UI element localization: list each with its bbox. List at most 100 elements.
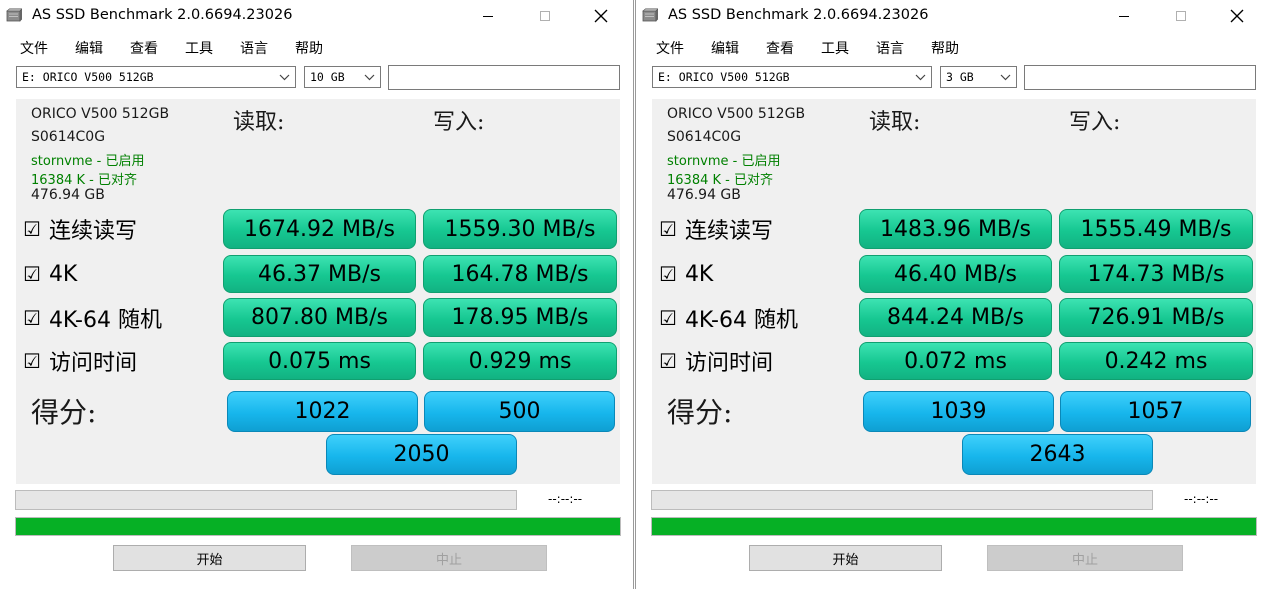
menu-help[interactable]: 帮助 [915,38,970,60]
start-button[interactable]: 开始 [113,545,306,571]
checked-checkbox-icon[interactable]: ☑ [23,217,41,241]
write-header-cell: 写入: [1057,100,1255,204]
4k-write-cell: 164.78 MB/s [421,254,619,294]
4k64-read-cell: 807.80 MB/s [221,297,418,338]
start-button[interactable]: 开始 [749,545,942,571]
checked-checkbox-icon[interactable]: ☑ [659,349,677,373]
access-write-value: 0.929 ms [423,342,617,380]
results-panel: ORICO V500 512GB S0614C0G stornvme - 已启用… [16,99,620,484]
blank-text-field[interactable] [388,65,620,90]
minimize-button[interactable] [1101,0,1147,32]
score-total: 2050 [326,434,517,475]
menu-edit[interactable]: 编辑 [695,38,750,60]
blank-text-field[interactable] [1024,65,1256,90]
benchmark-window-right: AS SSD Benchmark 2.0.6694.23026 文件 编辑 查看… [635,0,1268,589]
drive-capacity: 476.94 GB [667,187,741,203]
access-read-cell: 0.072 ms [857,341,1054,381]
menu-language[interactable]: 语言 [860,38,915,60]
menu-view[interactable]: 查看 [750,38,805,60]
row-4k[interactable]: ☑ 4K [653,254,854,294]
access-write-cell: 0.929 ms [421,341,619,381]
read-header: 读取: [869,110,921,135]
row-seq[interactable]: ☑ 连续读写 [653,207,854,251]
row-label: 连续读写 [684,219,773,244]
drive-alignment: 16384 K - 已对齐 [31,173,137,188]
close-icon [594,9,608,23]
stop-button[interactable]: 中止 [987,545,1183,571]
score-label: 得分: [667,396,733,429]
maximize-button[interactable] [522,0,568,32]
stop-button[interactable]: 中止 [351,545,547,571]
4k64-write-value: 178.95 MB/s [423,298,617,337]
seq-read-value: 1674.92 MB/s [223,209,416,249]
row-seq[interactable]: ☑ 连续读写 [17,207,218,251]
drive-alignment: 16384 K - 已对齐 [667,173,773,188]
drive-capacity: 476.94 GB [31,187,105,203]
4k-write-cell: 174.73 MB/s [1057,254,1255,294]
menu-file[interactable]: 文件 [640,38,695,60]
score-write: 1057 [1060,391,1251,432]
4k-read-value: 46.40 MB/s [859,255,1052,293]
size-select[interactable]: 3 GB [940,66,1017,88]
maximize-button[interactable] [1158,0,1204,32]
score-cell: 1022 500 2050 [221,387,619,483]
current-progress-bar [651,490,1153,510]
menu-help[interactable]: 帮助 [279,38,334,60]
chevron-down-icon [364,67,375,87]
minimize-icon [1119,16,1129,17]
write-header-cell: 写入: [421,100,619,204]
seq-write-value: 1559.30 MB/s [423,209,617,249]
menu-edit[interactable]: 编辑 [59,38,114,60]
score-read: 1039 [863,391,1054,432]
size-select[interactable]: 10 GB [304,66,381,88]
close-button[interactable] [1214,0,1260,32]
4k64-write-cell: 178.95 MB/s [421,297,619,338]
menu-tools[interactable]: 工具 [169,38,224,60]
current-progress-bar [15,490,517,510]
row-access[interactable]: ☑ 访问时间 [17,341,218,381]
read-header: 读取: [233,110,285,135]
window-title: AS SSD Benchmark 2.0.6694.23026 [668,7,929,23]
checked-checkbox-icon[interactable]: ☑ [23,349,41,373]
checked-checkbox-icon[interactable]: ☑ [659,262,677,286]
4k64-write-value: 726.91 MB/s [1059,298,1253,337]
row-4k[interactable]: ☑ 4K [17,254,218,294]
drive-info-cell: ORICO V500 512GB S0614C0G stornvme - 已启用… [17,100,218,204]
menu-view[interactable]: 查看 [114,38,169,60]
4k64-read-value: 844.24 MB/s [859,298,1052,337]
row-4k64[interactable]: ☑ 4K-64 随机 [17,297,218,338]
seq-write-cell: 1559.30 MB/s [421,207,619,251]
row-access[interactable]: ☑ 访问时间 [653,341,854,381]
results-panel: ORICO V500 512GB S0614C0G stornvme - 已启用… [652,99,1256,484]
read-header-cell: 读取: [221,100,418,204]
menu-language[interactable]: 语言 [224,38,279,60]
row-label: 连续读写 [48,219,137,244]
menu-file[interactable]: 文件 [4,38,59,60]
drive-icon [642,8,658,22]
score-total: 2643 [962,434,1153,475]
score-label: 得分: [31,396,97,429]
close-button[interactable] [578,0,624,32]
close-icon [1230,9,1244,23]
checked-checkbox-icon[interactable]: ☑ [23,262,41,286]
score-write: 500 [424,391,615,432]
benchmark-window-left: AS SSD Benchmark 2.0.6694.23026 文件 编辑 查看… [0,0,634,589]
drive-select[interactable]: E: ORICO V500 512GB [16,66,296,88]
4k64-read-value: 807.80 MB/s [223,298,416,337]
row-4k64[interactable]: ☑ 4K-64 随机 [653,297,854,338]
row-label: 4K [48,261,78,287]
drive-info-cell: ORICO V500 512GB S0614C0G stornvme - 已启用… [653,100,854,204]
drive-select[interactable]: E: ORICO V500 512GB [652,66,932,88]
drive-driver: stornvme - 已启用 [31,154,145,169]
drive-select-value: E: ORICO V500 512GB [658,70,790,84]
row-label: 访问时间 [48,351,137,376]
4k-read-value: 46.37 MB/s [223,255,416,293]
menu-bar: 文件 编辑 查看 工具 语言 帮助 [640,38,970,60]
menu-tools[interactable]: 工具 [805,38,860,60]
minimize-button[interactable] [465,0,511,32]
4k-read-cell: 46.37 MB/s [221,254,418,294]
drive-icon [6,8,22,22]
checked-checkbox-icon[interactable]: ☑ [659,217,677,241]
checked-checkbox-icon[interactable]: ☑ [659,306,677,330]
checked-checkbox-icon[interactable]: ☑ [23,306,41,330]
